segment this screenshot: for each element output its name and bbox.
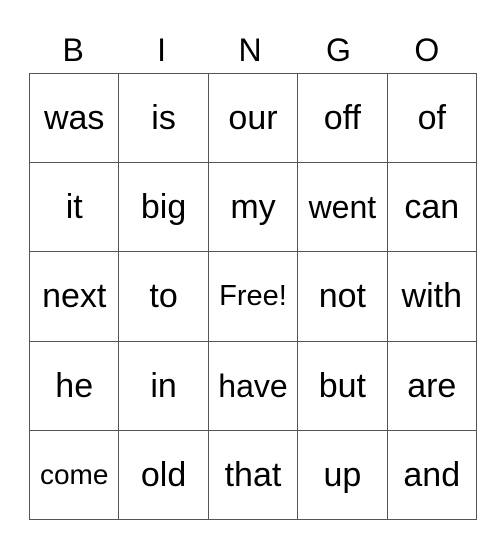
bingo-cell[interactable]: it [28,162,120,253]
header-letter-b: B [62,32,84,68]
bingo-cell[interactable]: can [386,162,477,253]
bingo-cell[interactable]: is [118,72,209,164]
header-letter-i: I [157,32,167,68]
bingo-cell[interactable]: have [207,340,299,431]
bingo-header: B I N G O [29,28,471,72]
grid-row: next to Free! not with [28,251,477,342]
bingo-cell[interactable]: and [386,429,477,520]
grid-row: come old that up and [28,429,477,520]
bingo-cell[interactable]: big [118,162,209,253]
bingo-cell[interactable]: he [28,340,120,431]
bingo-cell[interactable]: to [118,251,209,342]
bingo-cell[interactable]: not [297,251,388,342]
bingo-grid: was is our off of it big my went can nex… [28,72,477,520]
bingo-cell[interactable]: next [28,251,120,342]
bingo-cell[interactable]: old [118,429,209,520]
bingo-cell[interactable]: in [118,340,209,431]
bingo-cell[interactable]: up [297,429,388,520]
grid-row: it big my went can [28,162,477,253]
header-letter-n: N [238,32,262,68]
bingo-cell[interactable]: was [28,72,120,164]
grid-row: he in have but are [28,340,477,431]
grid-row: was is our off of [28,72,477,164]
bingo-cell[interactable]: but [297,340,388,431]
bingo-cell[interactable]: with [386,251,477,342]
bingo-cell[interactable]: off [297,72,388,164]
bingo-cell[interactable]: of [386,72,477,164]
bingo-cell[interactable]: that [207,429,299,520]
bingo-cell[interactable]: our [207,72,299,164]
bingo-cell[interactable]: went [297,162,388,253]
bingo-cell[interactable]: come [28,429,120,520]
bingo-cell[interactable]: my [207,162,299,253]
bingo-cell[interactable]: are [386,340,477,431]
header-letter-o: O [414,32,440,68]
free-space-cell[interactable]: Free! [207,251,299,342]
header-letter-g: G [325,32,351,68]
